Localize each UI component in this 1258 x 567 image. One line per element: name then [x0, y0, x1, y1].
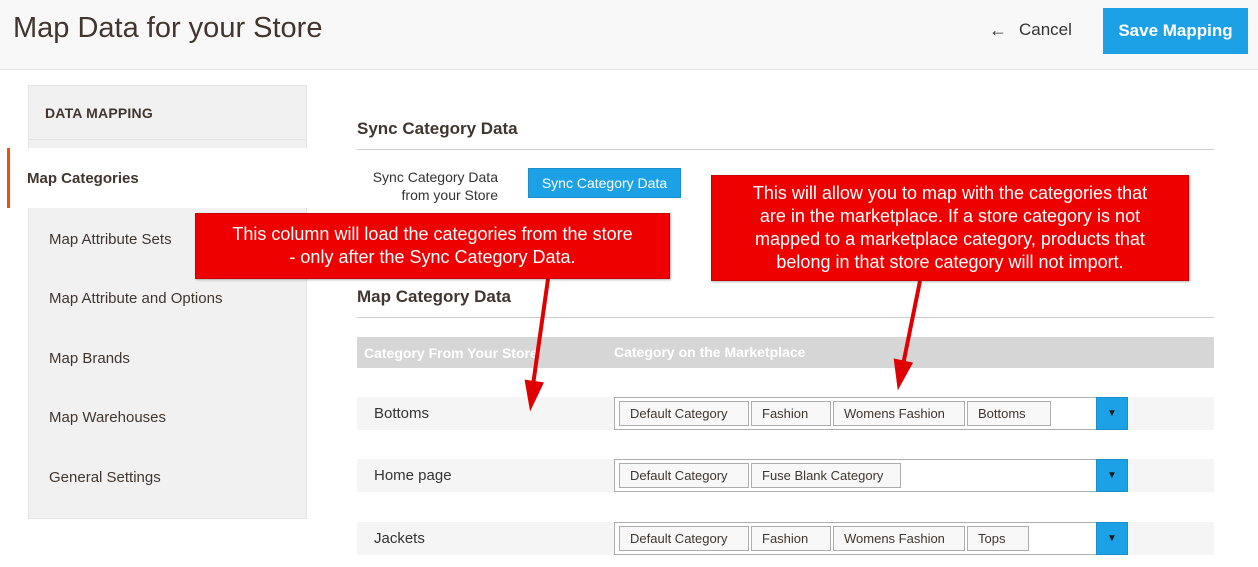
- save-mapping-button[interactable]: Save Mapping: [1103, 8, 1248, 54]
- category-tag[interactable]: Default Category: [619, 401, 749, 426]
- marketplace-category-select[interactable]: Default Category Fuse Blank Category ▼: [614, 459, 1128, 492]
- sidebar-item-label: Map Categories: [27, 169, 139, 187]
- category-tag[interactable]: Tops: [967, 526, 1029, 551]
- sidebar-item-general-settings[interactable]: General Settings: [29, 447, 306, 507]
- category-tag[interactable]: Fashion: [751, 526, 831, 551]
- arrow-line-left: [531, 278, 550, 386]
- callout-line: This column will load the categories fro…: [232, 224, 633, 244]
- category-tag[interactable]: Fuse Blank Category: [751, 463, 901, 488]
- section-divider: [357, 149, 1214, 150]
- callout-marketplace-column: This will allow you to map with the cate…: [711, 175, 1189, 281]
- sync-field-label: Sync Category Data from your Store: [360, 168, 498, 204]
- section-divider: [357, 317, 1214, 318]
- category-tag[interactable]: Womens Fashion: [833, 401, 965, 426]
- sync-label-line: from your Store: [401, 187, 498, 203]
- store-category-label: Jackets: [374, 530, 425, 547]
- callout-line: This will allow you to map with the cate…: [752, 183, 1148, 203]
- caret-down-icon: ▼: [1107, 408, 1117, 419]
- sync-label-line: Sync Category Data: [372, 169, 498, 185]
- sync-category-data-button[interactable]: Sync Category Data: [528, 168, 681, 198]
- arrow-left-icon: ←: [989, 20, 1007, 40]
- sidebar-item-label: General Settings: [49, 468, 161, 486]
- caret-down-icon: ▼: [1107, 470, 1117, 481]
- sidebar-item-label: Map Attribute Sets: [49, 230, 172, 248]
- table-row: Bottoms Default Category Fashion Womens …: [357, 397, 1214, 430]
- sidebar-item-map-warehouses[interactable]: Map Warehouses: [29, 387, 306, 447]
- map-section-title: Map Category Data: [357, 287, 511, 306]
- table-header: Category From Your Store Category on the…: [357, 337, 1214, 368]
- dropdown-toggle[interactable]: ▼: [1096, 522, 1128, 555]
- dropdown-toggle[interactable]: ▼: [1096, 397, 1128, 430]
- sync-section-title: Sync Category Data: [357, 119, 518, 138]
- callout-line: mapped to a marketplace category, produc…: [755, 229, 1145, 249]
- table-row: Jackets Default Category Fashion Womens …: [357, 522, 1214, 555]
- sidebar-item-label: Map Attribute and Options: [49, 289, 223, 307]
- column-header-store: Category From Your Store: [364, 345, 538, 361]
- sidebar-divider: [29, 139, 306, 140]
- category-tag[interactable]: Default Category: [619, 526, 749, 551]
- category-tag[interactable]: Bottoms: [967, 401, 1051, 426]
- sidebar-item-label: Map Warehouses: [49, 408, 166, 426]
- category-tag[interactable]: Womens Fashion: [833, 526, 965, 551]
- store-category-label: Bottoms: [374, 405, 430, 422]
- caret-down-icon: ▼: [1107, 533, 1117, 544]
- category-tag[interactable]: Fashion: [751, 401, 831, 426]
- sidebar-item-map-categories[interactable]: Map Categories: [7, 148, 307, 208]
- dropdown-toggle[interactable]: ▼: [1096, 459, 1128, 492]
- page-header: Map Data for your Store ← Cancel Save Ma…: [0, 0, 1258, 70]
- cancel-button[interactable]: ← Cancel: [989, 20, 1072, 40]
- column-header-marketplace: Category on the Marketplace: [614, 344, 806, 360]
- store-category-label: Home page: [374, 467, 452, 484]
- table-row: Home page Default Category Fuse Blank Ca…: [357, 459, 1214, 492]
- sidebar-item-map-brands[interactable]: Map Brands: [29, 328, 306, 388]
- cancel-label: Cancel: [1019, 20, 1072, 39]
- callout-line: belong in that store category will not i…: [776, 252, 1124, 272]
- sidebar-title: DATA MAPPING: [45, 105, 153, 121]
- callout-store-column: This column will load the categories fro…: [195, 213, 670, 279]
- sidebar-item-label: Map Brands: [49, 349, 130, 367]
- callout-line: are in the marketplace. If a store categ…: [759, 206, 1141, 226]
- marketplace-category-select[interactable]: Default Category Fashion Womens Fashion …: [614, 397, 1128, 430]
- marketplace-category-select[interactable]: Default Category Fashion Womens Fashion …: [614, 522, 1128, 555]
- category-tag[interactable]: Default Category: [619, 463, 749, 488]
- callout-line: - only after the Sync Category Data.: [289, 247, 576, 267]
- page-title: Map Data for your Store: [13, 12, 323, 44]
